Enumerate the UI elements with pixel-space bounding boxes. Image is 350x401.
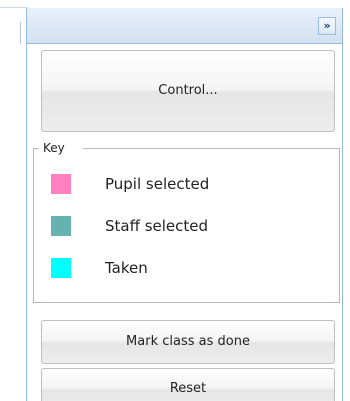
- reset-button[interactable]: Reset: [41, 368, 335, 401]
- neighbour-panel-divider: [0, 7, 28, 8]
- key-item-taken: Taken: [51, 256, 311, 280]
- key-item-label: Taken: [105, 259, 148, 277]
- side-panel: » Control... Key Pupil selected Staff se…: [26, 8, 343, 401]
- key-legend: Key: [43, 141, 65, 155]
- taken-swatch: [51, 258, 71, 278]
- app-viewport: » Control... Key Pupil selected Staff se…: [0, 0, 350, 401]
- key-item-label: Staff selected: [105, 217, 209, 235]
- neighbour-panel-edge: [0, 0, 26, 401]
- key-item-staff-selected: Staff selected: [51, 214, 311, 238]
- pupil-selected-swatch: [51, 174, 71, 194]
- panel-header: »: [27, 8, 342, 44]
- key-item-pupil-selected: Pupil selected: [51, 172, 311, 196]
- key-item-label: Pupil selected: [105, 175, 210, 193]
- staff-selected-swatch: [51, 216, 71, 236]
- neighbour-panel-tick: [20, 22, 21, 44]
- key-fieldset-border: [33, 148, 39, 149]
- control-button[interactable]: Control...: [41, 50, 335, 132]
- collapse-panel-icon[interactable]: »: [318, 17, 336, 35]
- mark-class-done-button[interactable]: Mark class as done: [41, 320, 335, 364]
- key-fieldset-border: [83, 148, 340, 149]
